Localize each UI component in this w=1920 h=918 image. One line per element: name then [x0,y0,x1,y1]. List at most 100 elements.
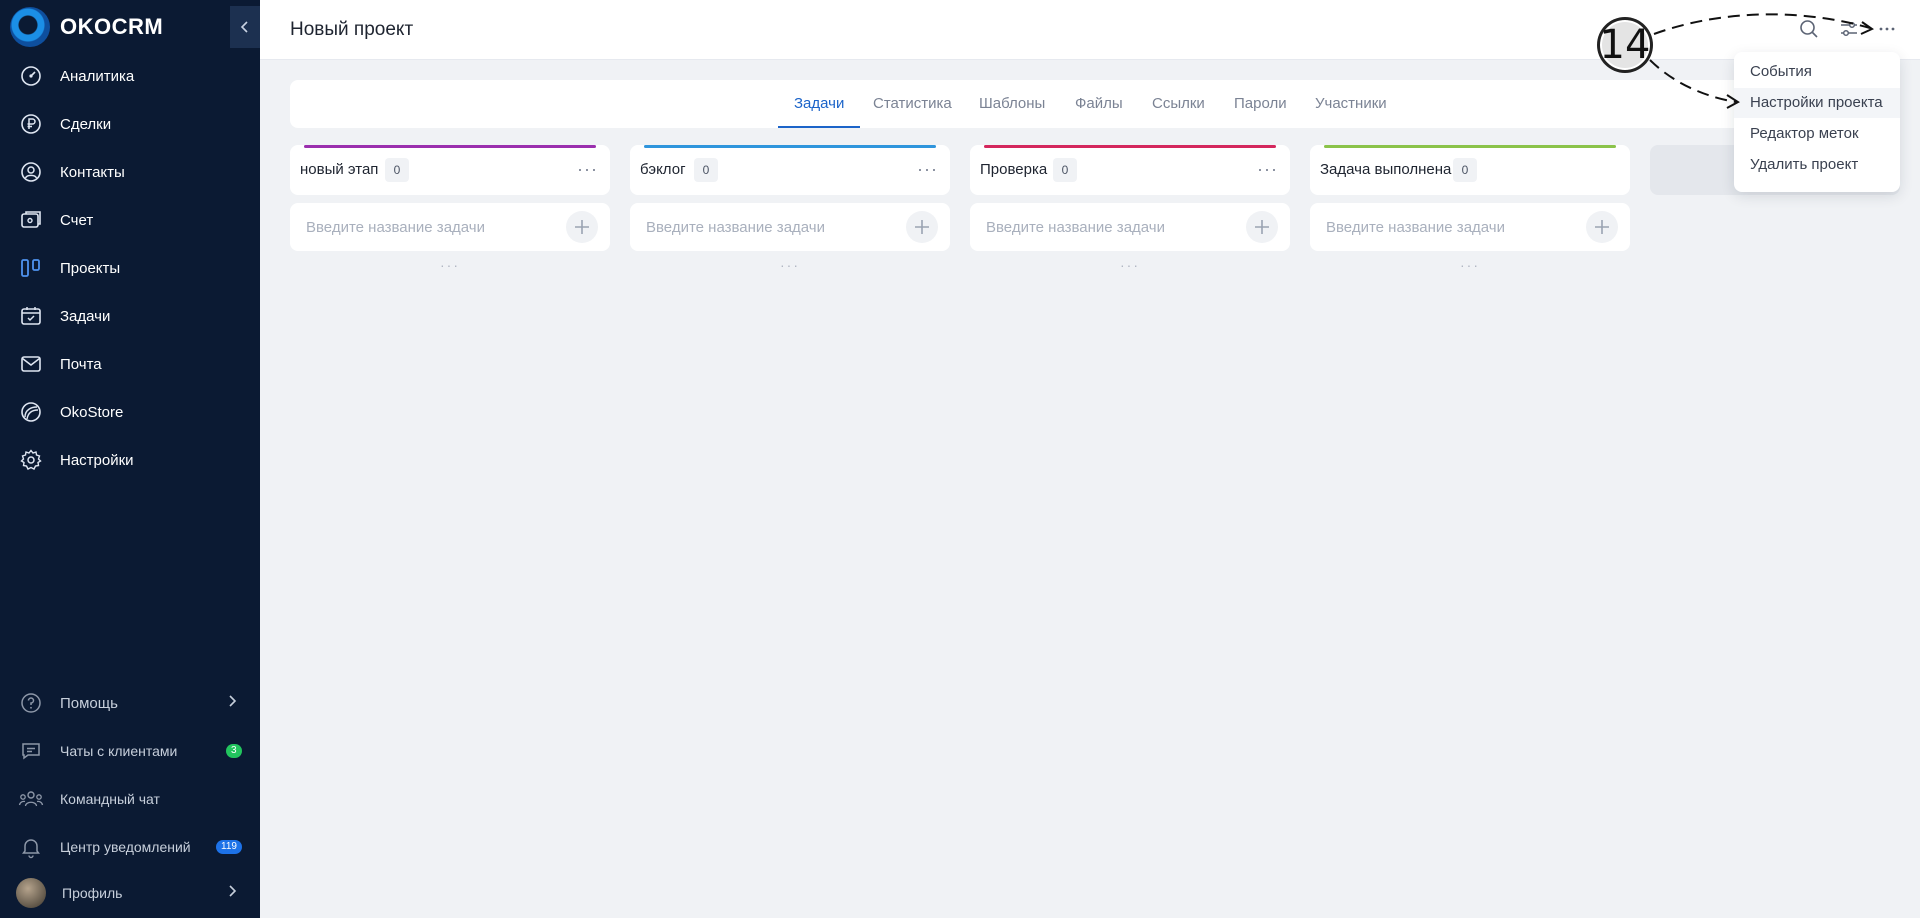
collapse-sidebar-button[interactable] [230,6,260,48]
sidebar-item-label: Почта [60,355,102,373]
add-task-button[interactable] [1586,211,1618,243]
column-color-bar [984,145,1276,148]
contacts-icon [18,159,44,185]
gear-icon [18,447,44,473]
sidebar-item-label: Контакты [60,163,125,181]
drag-handle-icon[interactable]: ··· [970,257,1290,273]
sidebar-item-label: OkoStore [60,403,124,421]
plus-icon [915,220,929,234]
menu-item-delete-project[interactable]: Удалить проект [1734,150,1900,180]
tab-passwords[interactable]: Пароли [1234,80,1287,128]
new-task-input[interactable] [1310,203,1570,251]
project-options-menu: События Настройки проекта Редактор меток… [1734,52,1900,192]
bell-icon [18,834,44,860]
add-task-button[interactable] [906,211,938,243]
column-task-count: 0 [1053,158,1077,182]
drag-handle-icon[interactable]: ··· [1310,257,1630,273]
project-tabs: Задачи Статистика Шаблоны Файлы Ссылки П… [290,80,1890,128]
column-header: Задача выполнена 0 [1310,145,1630,195]
sidebar-item-team-chat[interactable]: Командный чат [0,779,260,819]
column-title[interactable]: бэклог [640,161,686,178]
chevron-left-icon [240,21,248,33]
plus-icon [1255,220,1269,234]
calendar-check-icon [18,303,44,329]
menu-item-label-editor[interactable]: Редактор меток [1734,119,1900,149]
chevron-right-icon [228,694,238,713]
tab-templates[interactable]: Шаблоны [979,80,1045,128]
more-horizontal-icon [1879,27,1895,31]
sidebar-item-label: Задачи [60,307,111,325]
sidebar-item-label: Аналитика [60,67,135,85]
sidebar-item-projects[interactable]: Проекты [0,248,260,288]
sidebar-item-analytics[interactable]: Аналитика [0,56,260,96]
column-header: новый этап 0 ··· [290,145,610,195]
new-task-input[interactable] [630,203,890,251]
projects-icon [18,255,44,281]
filter-button[interactable] [1836,16,1862,42]
new-task-row [290,203,610,251]
sidebar-item-deals[interactable]: Сделки [0,104,260,144]
store-icon [18,399,44,425]
sidebar-item-mail[interactable]: Почта [0,344,260,384]
column-menu-button[interactable]: ··· [917,159,938,180]
tab-tasks[interactable]: Задачи [778,80,861,128]
column-menu-button[interactable]: ··· [577,159,598,180]
sidebar-item-label: Помощь [60,694,118,712]
sidebar-item-contacts[interactable]: Контакты [0,152,260,192]
sidebar-item-label: Проекты [60,259,121,277]
kanban-column: Задача выполнена 0 ··· [1310,145,1630,273]
plus-icon [575,220,589,234]
drag-handle-icon[interactable]: ··· [630,257,950,273]
logo-text: OKOCRM [60,14,164,39]
column-task-count: 0 [385,158,409,182]
sidebar-item-okostore[interactable]: OkoStore [0,392,260,432]
tab-statistics[interactable]: Статистика [873,80,952,128]
tab-links[interactable]: Ссылки [1152,80,1205,128]
sidebar-item-label: Чаты с клиентами [60,743,178,759]
sidebar-item-notifications[interactable]: Центр уведомлений 119 [0,827,260,867]
column-menu-button[interactable]: ··· [1257,159,1278,180]
drag-handle-icon[interactable]: ··· [290,257,610,273]
column-title[interactable]: новый этап [300,161,378,178]
sidebar-item-label: Центр уведомлений [60,839,191,855]
kanban-column: новый этап 0 ··· ··· [290,145,610,273]
new-task-row [1310,203,1630,251]
step-number-badge: 14 [1598,18,1652,72]
new-task-input[interactable] [290,203,550,251]
plus-icon [1595,220,1609,234]
sidebar-item-label: Настройки [60,451,134,469]
sidebar-item-label: Счет [60,211,94,229]
new-task-row [630,203,950,251]
sidebar-item-profile[interactable]: Профиль [0,873,260,913]
notifications-badge: 119 [216,840,242,854]
sidebar-item-settings[interactable]: Настройки [0,440,260,480]
column-header: Проверка 0 ··· [970,145,1290,195]
more-options-button[interactable] [1874,16,1900,42]
tab-files[interactable]: Файлы [1075,80,1123,128]
tab-members[interactable]: Участники [1315,80,1387,128]
menu-item-events[interactable]: События [1734,57,1900,87]
column-header: бэклог 0 ··· [630,145,950,195]
team-icon [18,786,44,812]
sidebar-item-label: Командный чат [60,791,160,807]
sidebar-item-label: Профиль [62,885,123,901]
logo[interactable]: OKOCRM [10,6,163,48]
add-task-button[interactable] [566,211,598,243]
logo-icon [10,7,50,47]
column-task-count: 0 [694,158,718,182]
column-task-count: 0 [1453,158,1477,182]
add-task-button[interactable] [1246,211,1278,243]
new-task-input[interactable] [970,203,1230,251]
sidebar-item-invoice[interactable]: Счет [0,200,260,240]
column-title[interactable]: Проверка [980,161,1047,178]
column-color-bar [304,145,596,148]
sidebar-item-client-chats[interactable]: Чаты с клиентами 3 [0,731,260,771]
invoice-icon [18,207,44,233]
search-button[interactable] [1796,16,1822,42]
sidebar-item-help[interactable]: Помощь [0,683,260,723]
chevron-right-icon [228,884,238,903]
column-title[interactable]: Задача выполнена [1320,161,1451,178]
chat-icon [18,738,44,764]
sidebar-item-tasks[interactable]: Задачи [0,296,260,336]
menu-item-project-settings[interactable]: Настройки проекта [1734,88,1900,118]
